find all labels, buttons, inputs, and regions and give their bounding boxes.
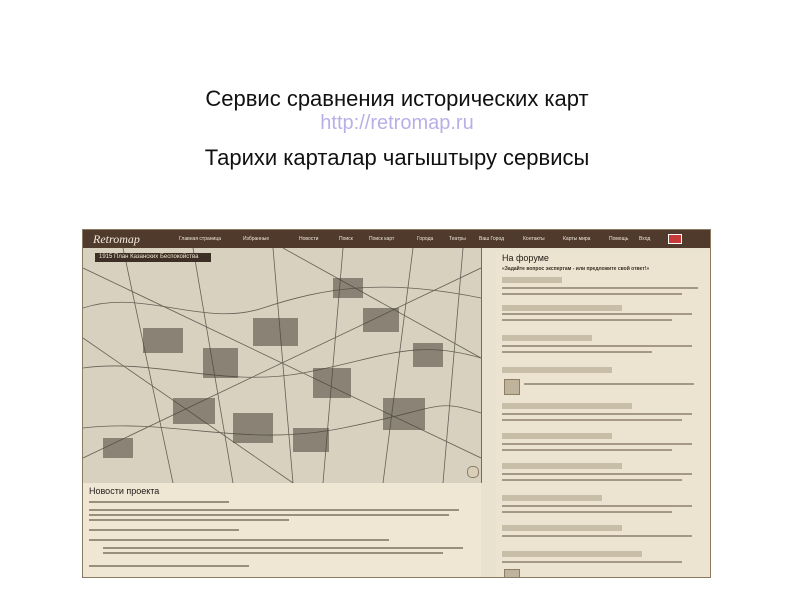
nav-item[interactable]: Карты мира (563, 236, 590, 242)
nav-item[interactable]: Ваш Город (479, 236, 504, 242)
nav-item[interactable]: Поиск (339, 236, 353, 242)
site-navbar: Retromap Главная страница Избранные Ново… (83, 230, 710, 248)
url-text[interactable]: http://retromap.ru (320, 112, 473, 134)
forum-panel: На форуме «Задайте вопрос экспертам - ил… (496, 251, 710, 577)
historical-map[interactable] (83, 248, 482, 483)
nav-item[interactable]: Вход (639, 236, 650, 242)
nav-item[interactable]: Театры (449, 236, 466, 242)
nav-item[interactable]: Избранные (243, 236, 269, 242)
forum-heading: На форуме (502, 253, 549, 263)
nav-item[interactable]: Города (417, 236, 433, 242)
map-thumbnail[interactable] (504, 379, 520, 395)
news-panel: Новости проекта (83, 483, 481, 577)
website-screenshot: Retromap Главная страница Избранные Ново… (82, 229, 711, 578)
nav-item[interactable]: Поиск карт (369, 236, 394, 242)
nav-item[interactable]: Новости (299, 236, 318, 242)
nav-item[interactable]: Главная страница (179, 236, 221, 242)
forum-subtitle: «Задайте вопрос экспертам - или предложи… (502, 266, 650, 272)
site-logo[interactable]: Retromap (93, 232, 140, 247)
url-link[interactable]: http://retromap.ru (0, 112, 794, 135)
slide-subtitle: Тарихи карталар чагыштыру сервисы (204, 145, 590, 170)
zoom-in-icon[interactable] (467, 466, 479, 478)
slide-title: Сервис сравнения исторических карт (205, 86, 589, 111)
map-caption: 1915 План Казанских Беспокойства (95, 253, 211, 262)
news-heading: Новости проекта (89, 486, 160, 496)
nav-item[interactable]: Контакты (523, 236, 545, 242)
english-flag-icon[interactable] (668, 234, 682, 244)
nav-item[interactable]: Помощь (609, 236, 628, 242)
map-thumbnail[interactable] (504, 569, 520, 577)
